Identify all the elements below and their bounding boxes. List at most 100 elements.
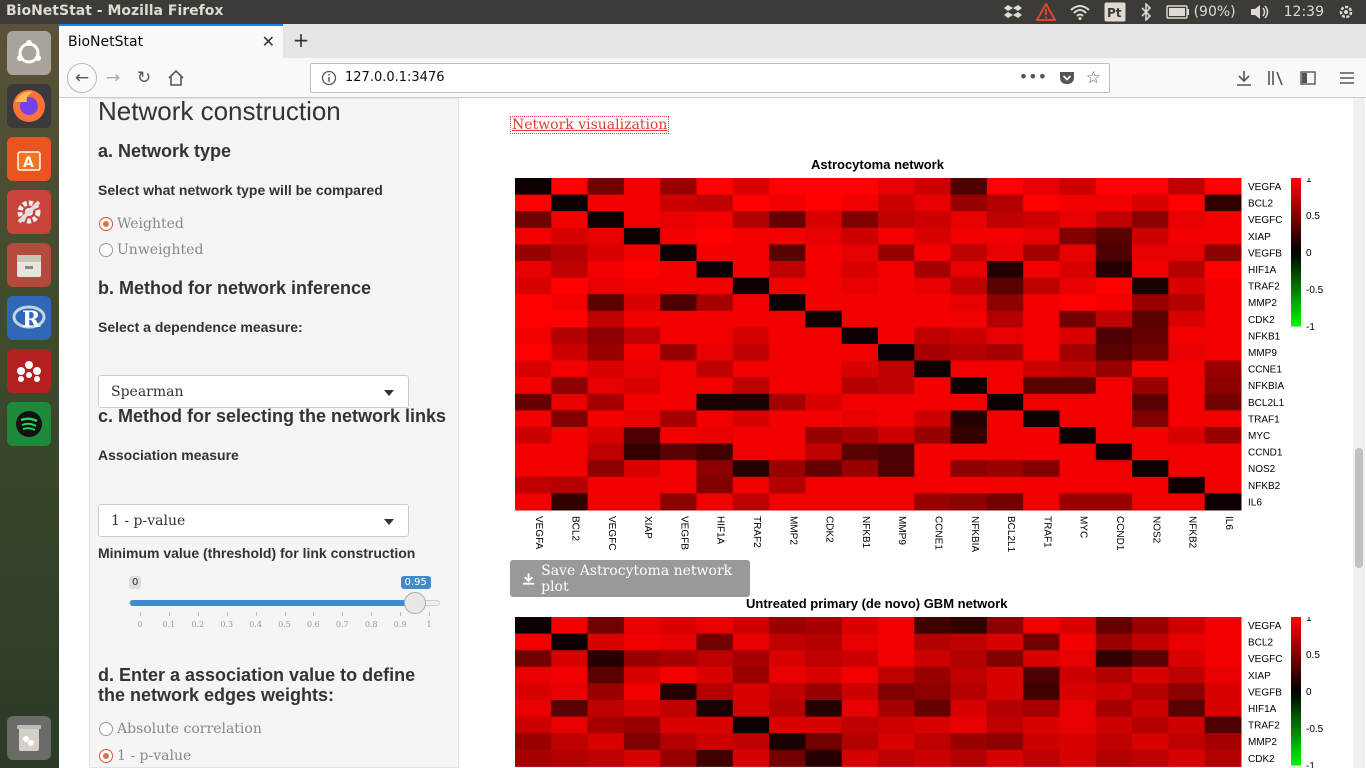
heatmap-cell — [950, 650, 988, 668]
library-icon[interactable] — [1264, 66, 1288, 90]
svg-text:A: A — [23, 155, 34, 171]
slider-handle[interactable] — [403, 592, 426, 614]
sidebar-icon[interactable] — [1296, 66, 1320, 90]
colorbar-segment — [1291, 252, 1301, 257]
pocket-icon[interactable] — [1059, 70, 1075, 90]
mendeley-icon[interactable] — [7, 349, 51, 393]
slider-fill — [130, 600, 416, 606]
new-tab-icon[interactable]: + — [289, 28, 313, 52]
browser-tab[interactable]: BioNetStat ✕ — [59, 24, 283, 58]
colorbar-segment — [1291, 203, 1301, 209]
close-tab-icon[interactable]: ✕ — [262, 32, 275, 51]
heatmap-cell — [878, 194, 915, 212]
firefox-icon[interactable] — [7, 84, 51, 128]
dependence-measure-select[interactable]: Spearman — [98, 375, 409, 408]
slider-tick-label: 0.1 — [162, 620, 176, 629]
file-archive-icon[interactable] — [7, 243, 51, 287]
heatmap-cell — [732, 377, 770, 395]
colorbar-segment — [1291, 665, 1301, 670]
system-settings-icon[interactable] — [7, 190, 51, 234]
menu-icon[interactable] — [1335, 66, 1359, 90]
heatmap-cell — [878, 360, 915, 378]
radio-weighted[interactable]: Weighted — [99, 216, 184, 232]
heatmap-cell — [587, 716, 625, 734]
association-measure-select[interactable]: 1 - p-value — [98, 504, 409, 537]
warning-icon[interactable] — [1035, 0, 1056, 24]
heatmap-cell — [1095, 211, 1133, 229]
heatmap-cell — [587, 194, 625, 212]
heatmap-cell — [1204, 194, 1242, 212]
heatmap-cell — [1204, 683, 1242, 701]
url-bar[interactable]: 127.0.0.1:3476 ••• ☆ — [310, 63, 1110, 93]
heatmap-cell — [732, 194, 770, 212]
heatmap-cell — [1132, 393, 1169, 411]
heatmap-cell — [732, 733, 770, 751]
ubuntu-dash-icon[interactable] — [7, 31, 51, 75]
network-visualization-link[interactable]: Network visualization — [510, 116, 670, 134]
clock[interactable]: 12:39 — [1284, 0, 1324, 24]
wifi-icon[interactable] — [1069, 0, 1090, 24]
back-icon[interactable]: ← — [67, 63, 97, 93]
radio-circle[interactable] — [99, 722, 113, 736]
heatmap-cell — [1204, 244, 1242, 262]
radio-absolute-correlation[interactable]: Absolute correlation — [99, 721, 262, 737]
save-plot-button[interactable]: Save Astrocytoma network plot — [510, 560, 750, 597]
dropbox-icon[interactable] — [1003, 0, 1022, 24]
heatmap-cell — [587, 178, 625, 196]
threshold-slider[interactable]: 0 0.95 0 0.1 0.2 0.3 0.4 0.5 0.6 0.7 0.8 0.9 1 — [129, 576, 440, 646]
heatmap-cell — [732, 476, 770, 494]
radio-circle[interactable] — [99, 749, 113, 763]
spotify-icon[interactable] — [7, 402, 51, 446]
page-scrollbar[interactable] — [1353, 98, 1365, 768]
heatmap-cell — [950, 377, 988, 395]
heatmap-cell — [1023, 700, 1060, 718]
power-gear-icon[interactable] — [1338, 0, 1354, 24]
heatmap-cell — [696, 377, 734, 395]
row-label: XIAP — [1248, 671, 1271, 682]
heatmap-cell — [515, 377, 552, 395]
heatmap-cell — [587, 410, 625, 428]
software-center-icon[interactable]: A — [7, 137, 51, 181]
site-info-icon[interactable] — [321, 70, 337, 90]
downloads-icon[interactable] — [1232, 66, 1256, 90]
heatmap-cell — [986, 733, 1024, 751]
bookmark-star-icon[interactable]: ☆ — [1086, 68, 1101, 88]
heatmap-cell — [986, 178, 1024, 196]
row-label: NFKB1 — [1248, 331, 1281, 342]
radio-one-minus-pvalue[interactable]: 1 - p-value — [99, 748, 191, 764]
keyboard-layout-icon[interactable]: Pt — [1104, 0, 1126, 24]
radio-circle[interactable] — [99, 243, 113, 257]
heatmap-cell — [515, 683, 552, 701]
row-label: BCL2 — [1248, 638, 1273, 649]
heatmap-cell — [515, 749, 552, 767]
home-icon[interactable] — [164, 66, 188, 90]
heatmap-cell — [551, 617, 589, 635]
page-actions-icon[interactable]: ••• — [1019, 67, 1047, 86]
colorbar-segment — [1291, 192, 1301, 197]
heatmap-cell — [1023, 377, 1060, 395]
radio-circle[interactable] — [99, 217, 113, 231]
heatmap-cell — [623, 277, 661, 295]
r-icon[interactable]: R — [7, 296, 51, 340]
battery-icon[interactable]: (90%) — [1165, 0, 1236, 24]
radio-unweighted[interactable]: Unweighted — [99, 242, 203, 258]
system-tray: Pt (90%) 12:39 — [1003, 0, 1366, 24]
heatmap-cell — [587, 666, 625, 684]
heatmap-cell — [1204, 716, 1242, 734]
heatmap-cell — [950, 476, 988, 494]
column-label: VEGFB — [678, 516, 689, 550]
scrollbar-thumb[interactable] — [1355, 448, 1363, 568]
heatmap-cell — [1095, 410, 1133, 428]
slider-track[interactable] — [129, 600, 440, 606]
colorbar-label: -0.5 — [1306, 285, 1324, 296]
forward-icon[interactable]: → — [101, 66, 125, 90]
colorbar-segment — [1291, 178, 1301, 183]
reload-icon[interactable]: ↻ — [132, 66, 156, 90]
trash-icon[interactable] — [7, 716, 51, 760]
heatmap-cell — [623, 360, 661, 378]
row-label: MMP2 — [1248, 737, 1277, 748]
volume-icon[interactable] — [1250, 0, 1270, 24]
heatmap-cell — [1132, 178, 1169, 196]
bluetooth-icon[interactable] — [1140, 0, 1152, 24]
heatmap-cell — [986, 683, 1024, 701]
